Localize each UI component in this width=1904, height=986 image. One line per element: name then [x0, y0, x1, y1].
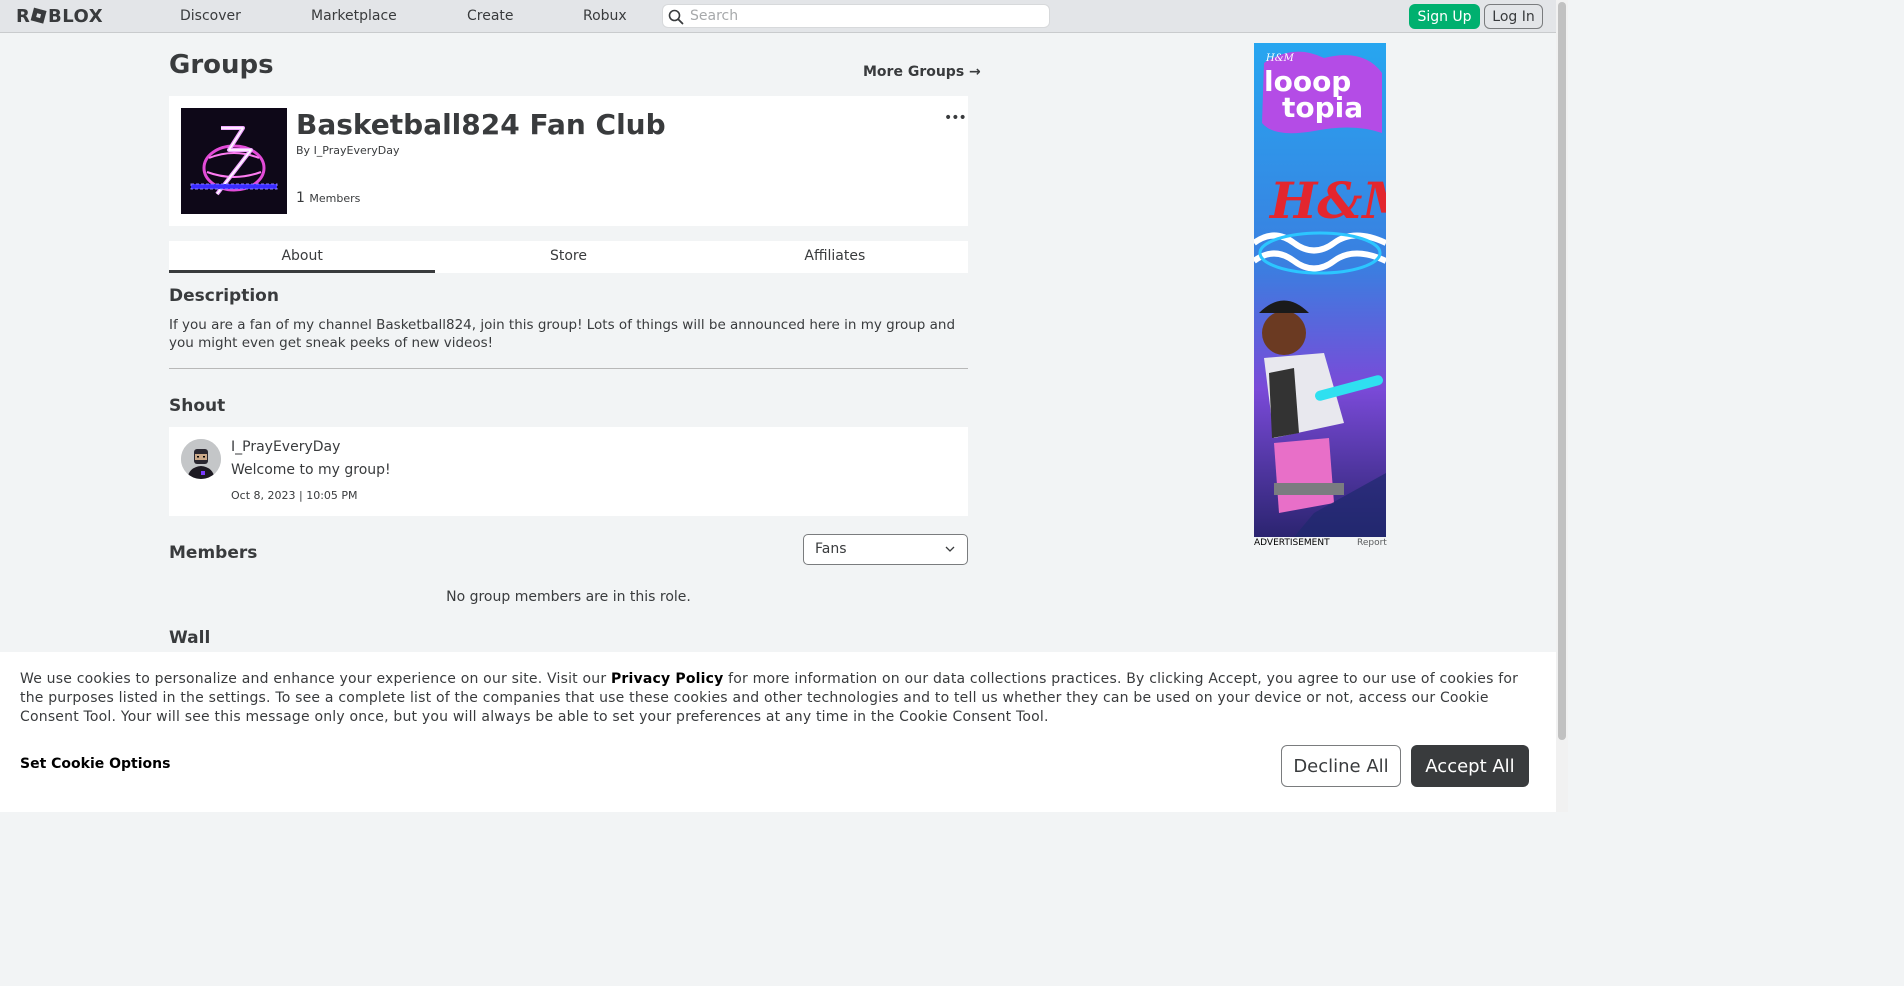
member-count-label: Members	[309, 192, 361, 205]
top-navigation: R BLOX Discover Marketplace Create Robux…	[0, 0, 1556, 33]
advertisement-banner[interactable]: H&M looop topia H&M	[1254, 43, 1386, 537]
search-input[interactable]	[690, 7, 1040, 25]
cookie-consent-banner: We use cookies to personalize and enhanc…	[0, 652, 1556, 812]
tab-store[interactable]: Store	[435, 241, 701, 273]
group-owner-row: By I_PrayEveryDay	[296, 144, 400, 157]
role-dropdown[interactable]: Fans	[803, 534, 968, 565]
page-scrollbar[interactable]	[1556, 0, 1568, 812]
shout-timestamp: Oct 8, 2023 | 10:05 PM	[231, 489, 358, 502]
group-emblem-image	[181, 108, 287, 214]
section-divider	[169, 368, 968, 369]
member-count-value: 1	[296, 190, 305, 206]
by-label: By	[296, 144, 311, 157]
group-description: If you are a fan of my channel Basketbal…	[169, 317, 956, 351]
more-options-icon[interactable]: •••	[944, 110, 967, 126]
tab-about[interactable]: About	[169, 241, 436, 273]
no-members-message: No group members are in this role.	[446, 589, 691, 605]
privacy-policy-link[interactable]: Privacy Policy	[611, 671, 724, 687]
group-name: Basketball824 Fan Club	[296, 108, 666, 141]
group-tabs: About Store Affiliates	[169, 241, 968, 273]
nav-marketplace[interactable]: Marketplace	[311, 8, 397, 24]
group-owner-link[interactable]: I_PrayEveryDay	[314, 144, 400, 157]
chevron-down-icon	[945, 546, 955, 552]
nav-create[interactable]: Create	[467, 8, 514, 24]
avatar[interactable]	[181, 439, 221, 479]
user-avatar-icon	[181, 439, 221, 479]
log-in-button[interactable]: Log In	[1484, 4, 1543, 29]
decline-all-button[interactable]: Decline All	[1281, 745, 1401, 787]
search-box[interactable]	[662, 4, 1050, 28]
nav-robux[interactable]: Robux	[583, 8, 627, 24]
shout-card: I_PrayEveryDay Welcome to my group! Oct …	[169, 427, 968, 516]
group-header-card: Basketball824 Fan Club By I_PrayEveryDay…	[169, 96, 968, 226]
svg-text:R: R	[16, 6, 30, 26]
accept-all-button[interactable]: Accept All	[1411, 745, 1529, 787]
role-dropdown-value: Fans	[815, 541, 847, 557]
tab-affiliates[interactable]: Affiliates	[702, 241, 968, 273]
ad-report-link[interactable]: Report	[1357, 538, 1387, 548]
cookie-text-part-1: We use cookies to personalize and enhanc…	[20, 671, 611, 687]
shout-message: Welcome to my group!	[231, 462, 391, 478]
page-title: Groups	[169, 50, 274, 80]
set-cookie-options-link[interactable]: Set Cookie Options	[20, 756, 170, 772]
nav-discover[interactable]: Discover	[180, 8, 241, 24]
svg-text:BLOX: BLOX	[48, 6, 103, 26]
neon-basketball-emblem-icon	[181, 108, 287, 214]
cookie-message: We use cookies to personalize and enhanc…	[20, 670, 1530, 727]
shout-heading: Shout	[169, 396, 226, 416]
ad-artwork: H&M looop topia H&M	[1254, 43, 1386, 537]
wall-heading: Wall	[169, 628, 211, 648]
ad-label: ADVERTISEMENT	[1254, 538, 1330, 548]
member-count: 1 Members	[296, 190, 360, 206]
roblox-logo[interactable]: R BLOX	[16, 6, 114, 26]
sign-up-button[interactable]: Sign Up	[1409, 4, 1480, 29]
ad-brand-big: H&M	[1268, 171, 1386, 230]
search-icon	[668, 9, 684, 25]
more-groups-link[interactable]: More Groups →	[863, 64, 981, 80]
ad-brand-small: H&M	[1265, 53, 1295, 64]
shout-author-link[interactable]: I_PrayEveryDay	[231, 439, 340, 455]
ad-headline-2: topia	[1282, 91, 1363, 124]
scrollbar-thumb[interactable]	[1558, 2, 1566, 740]
description-heading: Description	[169, 286, 279, 306]
members-heading: Members	[169, 543, 258, 563]
